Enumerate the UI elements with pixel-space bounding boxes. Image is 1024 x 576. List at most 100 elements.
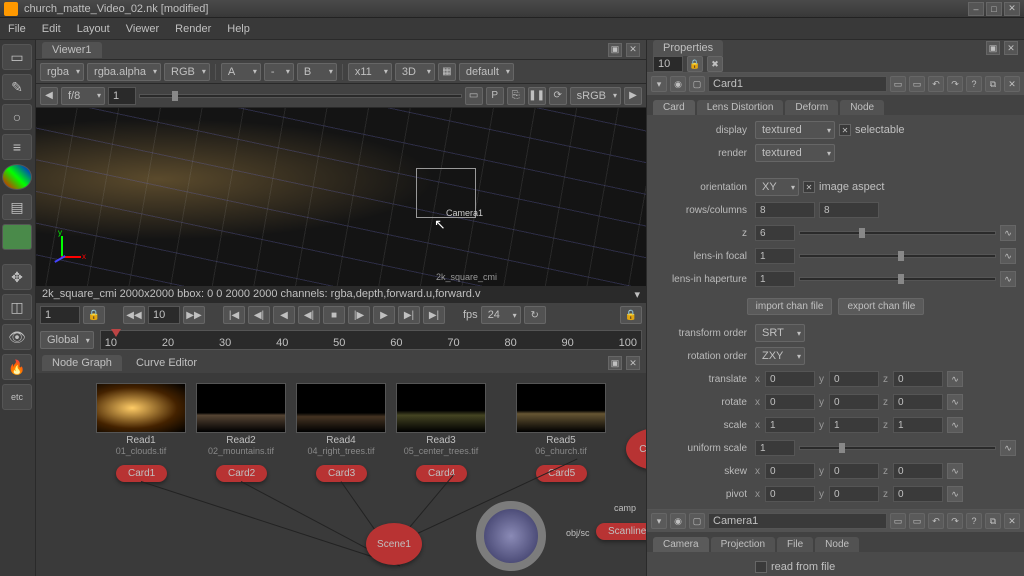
next-key-icon[interactable]: ▶| [398,306,420,324]
tab-node[interactable]: Node [815,537,859,552]
tri-right-icon[interactable]: ▶ [624,87,642,105]
dimension-dropdown[interactable]: 3D [395,63,435,81]
ry-input[interactable] [829,394,879,410]
tx-input[interactable] [765,371,815,387]
select-tool-icon[interactable]: ▭ [2,44,32,70]
menu-help[interactable]: Help [227,23,250,35]
default-dropdown[interactable]: default [459,63,514,81]
first-frame-icon[interactable]: |◀ [223,306,245,324]
pz-input[interactable] [893,486,943,502]
step-back-icon[interactable]: ◀| [298,306,320,324]
menu-file[interactable]: File [8,23,26,35]
revert-icon[interactable]: ? [966,513,982,529]
node-name-input[interactable] [708,76,887,92]
clip-icon[interactable]: ⎘ [507,87,525,105]
anim-icon[interactable]: ∿ [947,417,963,433]
camera-node[interactable]: Camera [626,428,646,470]
play-icon[interactable]: ▶ [373,306,395,324]
help-icon[interactable]: ⧉ [985,76,1001,92]
loop-icon[interactable]: ↻ [524,306,546,324]
card-node[interactable]: Card4 [416,465,467,482]
timeline-mode-dropdown[interactable]: Global [40,331,94,349]
rx-input[interactable] [765,394,815,410]
z-slider[interactable] [799,231,996,235]
dup-icon[interactable]: ▭ [909,76,925,92]
anim-icon[interactable]: ∿ [1000,225,1016,241]
redo-icon[interactable]: ↷ [947,76,963,92]
sy-input[interactable] [829,417,879,433]
refresh-icon[interactable]: ⟳ [549,87,567,105]
eye-tool-icon[interactable]: 👁 [2,324,32,350]
rewind-icon[interactable]: ◀◀ [123,306,145,324]
read-node[interactable]: Read5 06_church.tif [516,383,606,456]
wipe-dropdown[interactable]: - [264,63,294,81]
sx-input[interactable] [765,417,815,433]
ty-input[interactable] [829,371,879,387]
menu-viewer[interactable]: Viewer [126,23,159,35]
clear-icon[interactable]: ✖ [707,56,723,72]
color-icon[interactable]: ▭ [890,76,906,92]
center-icon[interactable]: ◉ [670,513,686,529]
anim-icon[interactable]: ∿ [947,463,963,479]
skx-input[interactable] [765,463,815,479]
lenshap-input[interactable] [755,271,795,287]
color-icon[interactable]: ▭ [890,513,906,529]
tab-node[interactable]: Node [840,100,884,115]
lensfocal-input[interactable] [755,248,795,264]
sz-input[interactable] [893,417,943,433]
skz-input[interactable] [893,463,943,479]
read-node[interactable]: Read3 05_center_trees.tif [396,383,486,456]
colorspace-dropdown[interactable]: RGB [164,63,210,81]
anim-icon[interactable]: ∿ [1000,248,1016,264]
uscale-input[interactable] [755,440,795,456]
tab-deform[interactable]: Deform [785,100,838,115]
prev-key-icon[interactable]: ◀| [248,306,270,324]
stop-icon[interactable]: ■ [323,306,345,324]
minimize-button[interactable]: ‒ [968,2,984,16]
close-panel-icon[interactable]: ✕ [1004,76,1020,92]
tab-camera[interactable]: Camera [653,537,709,552]
read-file-checkbox[interactable] [755,561,767,573]
selectable-checkbox[interactable]: ✕ [839,124,851,136]
transform-order-dropdown[interactable]: SRT [755,324,805,342]
card-node[interactable]: Card2 [216,465,267,482]
ng-close-icon[interactable]: ✕ [626,356,640,370]
maximize-button[interactable]: □ [986,2,1002,16]
anim-icon[interactable]: ∿ [1000,440,1016,456]
filter-tool-icon[interactable]: ▤ [2,194,32,220]
keyer-tool-icon[interactable] [2,224,32,250]
frame-in-input[interactable] [40,306,80,324]
nodegraph-tab[interactable]: Node Graph [42,355,122,371]
circle-tool-icon[interactable]: ○ [2,104,32,130]
collapse-icon[interactable]: ▾ [651,76,667,92]
frame-current-input[interactable] [148,306,180,324]
close-button[interactable]: ✕ [1004,2,1020,16]
play-rev-icon[interactable]: ◀ [273,306,295,324]
read-node[interactable]: Read1 01_clouds.tif [96,383,186,456]
redo-icon[interactable]: ↷ [947,513,963,529]
float-icon[interactable]: ▢ [689,76,705,92]
node-name-input[interactable] [708,513,887,529]
input-b-dropdown[interactable]: B [297,63,337,81]
cube-tool-icon[interactable]: ◫ [2,294,32,320]
timeline-ruler[interactable]: 10 20 30 40 50 60 70 80 90 100 [100,330,642,350]
viewer-opt-icon[interactable]: ▦ [438,63,456,81]
viewer-3d[interactable]: Camera1 2k_square_cmi ↖ y x [36,108,646,286]
pen-tool-icon[interactable]: ✎ [2,74,32,100]
fstop-dropdown[interactable]: f/8 [61,87,105,105]
scanline-node[interactable]: ScanlineRen [596,523,646,540]
close-panel-icon[interactable]: ✕ [1004,513,1020,529]
scene-node[interactable]: Scene1 [366,523,422,565]
undo-icon[interactable]: ↶ [928,76,944,92]
rotation-order-dropdown[interactable]: ZXY [755,347,805,365]
layer-dropdown[interactable]: rgba.alpha [87,63,161,81]
px-input[interactable] [765,486,815,502]
dup-icon[interactable]: ▭ [909,513,925,529]
input-a-dropdown[interactable]: A [221,63,261,81]
card-node[interactable]: Card3 [316,465,367,482]
uscale-slider[interactable] [799,446,996,450]
lock-out-icon[interactable]: 🔒 [620,306,642,324]
menu-edit[interactable]: Edit [42,23,61,35]
node-graph[interactable]: Read1 01_clouds.tif Read2 02_mountains.t… [36,373,646,576]
tab-lens[interactable]: Lens Distortion [697,100,784,115]
